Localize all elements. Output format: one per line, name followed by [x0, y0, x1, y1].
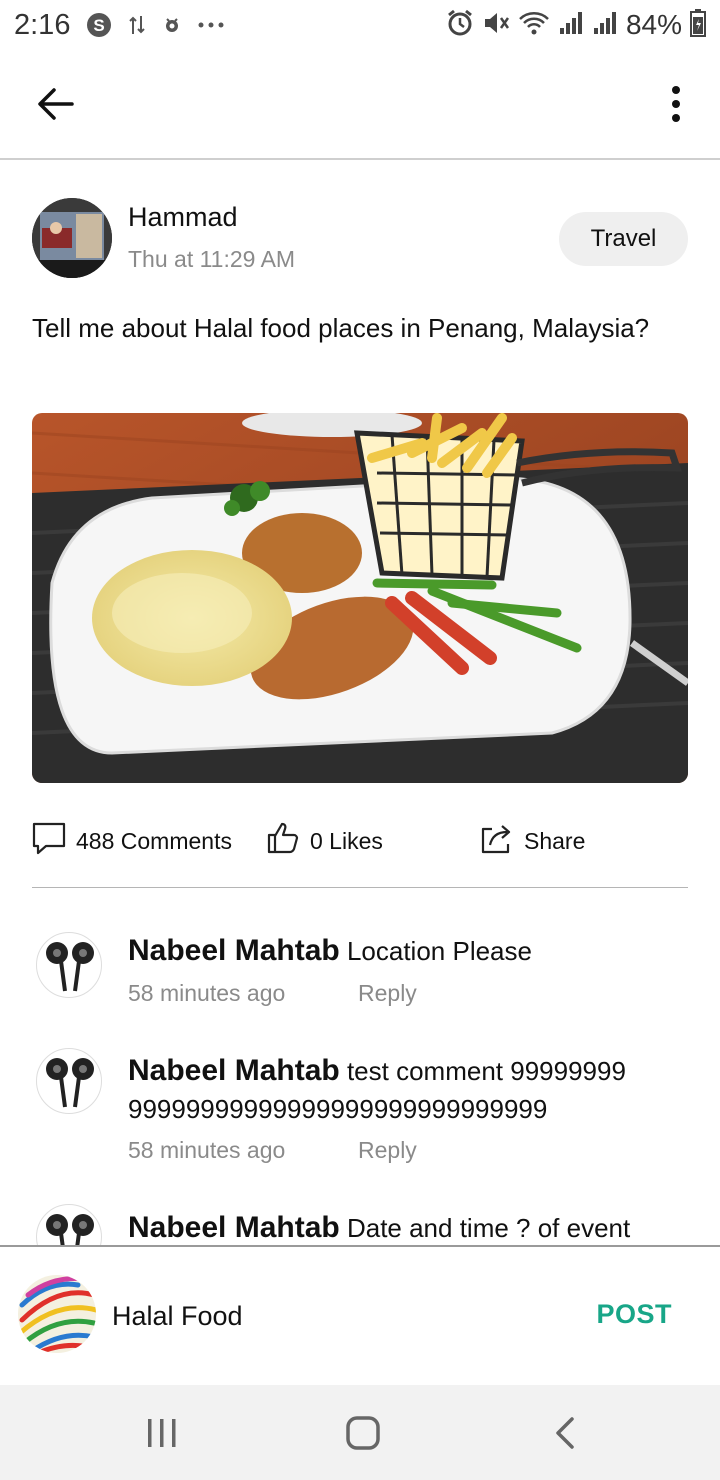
signal-icon: [592, 10, 618, 41]
comment-text: Nabeel Mahtab Date and time ? of event: [128, 1209, 688, 1245]
signal-icon: [558, 10, 584, 41]
comment-text: Nabeel Mahtab test comment 99999999 9999…: [128, 1052, 688, 1128]
category-chip[interactable]: Travel: [559, 212, 688, 266]
commenter-avatar[interactable]: [36, 1048, 102, 1114]
likes-button[interactable]: 0 Likes: [266, 818, 383, 864]
post-text: Tell me about Halal food places in Penan…: [32, 313, 650, 343]
reply-button[interactable]: Reply: [358, 1137, 417, 1164]
commenter-avatar[interactable]: [36, 932, 102, 998]
svg-text:S: S: [94, 16, 105, 35]
group-avatar: [18, 1275, 96, 1353]
battery-percent: 84%: [625, 9, 682, 40]
system-nav-bar: [0, 1385, 720, 1480]
commenter-avatar[interactable]: [36, 1204, 102, 1245]
post-author[interactable]: Hammad: [128, 202, 238, 233]
post-actions: 488 Comments 0 Likes Share: [32, 818, 688, 864]
comments-count: 488 Comments: [76, 827, 232, 854]
back-icon[interactable]: [548, 1415, 588, 1451]
share-button[interactable]: Share: [480, 818, 585, 864]
skype-icon: S: [86, 12, 112, 38]
group-name[interactable]: Halal Food: [112, 1301, 243, 1332]
more-dots-icon: [198, 21, 224, 29]
comments-button[interactable]: 488 Comments: [32, 818, 232, 864]
more-vertical-icon[interactable]: [664, 84, 688, 124]
comment-time: 58 minutes ago: [128, 1137, 286, 1163]
data-transfer-icon: [128, 14, 146, 36]
app-bar: [0, 50, 720, 160]
comment-content: Location Please: [346, 936, 532, 966]
comment-composer: Halal Food POST: [0, 1245, 720, 1385]
comments-list: Nabeel Mahtab Location Please 58 minutes…: [0, 900, 720, 1245]
share-label: Share: [524, 827, 586, 854]
arrow-left-icon[interactable]: [36, 84, 76, 124]
comment-icon: [32, 821, 66, 861]
share-icon: [480, 821, 514, 861]
thumbs-up-icon: [266, 821, 300, 861]
recent-apps-icon[interactable]: [142, 1415, 182, 1451]
likes-count: 0 Likes: [310, 827, 383, 854]
mute-icon: [482, 9, 510, 42]
commenter-name[interactable]: Nabeel Mahtab: [128, 1211, 340, 1244]
comment-content: Date and time ? of event: [346, 1213, 631, 1243]
comment-text: Nabeel Mahtab Location Please: [128, 932, 688, 970]
reply-button[interactable]: Reply: [358, 980, 417, 1007]
status-bar: 2:16 S 84%: [0, 0, 720, 50]
post-timestamp: Thu at 11:29 AM: [128, 246, 296, 272]
commenter-name[interactable]: Nabeel Mahtab: [128, 1054, 340, 1087]
divider: [32, 887, 688, 888]
commenter-name[interactable]: Nabeel Mahtab: [128, 934, 340, 967]
home-icon[interactable]: [344, 1415, 384, 1451]
comment-time: 58 minutes ago: [128, 980, 286, 1006]
wifi-icon: [518, 9, 550, 42]
post-button[interactable]: POST: [596, 1299, 672, 1330]
notification-icon: [162, 15, 182, 35]
post-image[interactable]: [32, 413, 688, 783]
author-avatar[interactable]: [32, 198, 112, 278]
status-time: 2:16: [14, 8, 71, 41]
battery-icon: [690, 8, 706, 42]
alarm-icon: [446, 9, 474, 42]
